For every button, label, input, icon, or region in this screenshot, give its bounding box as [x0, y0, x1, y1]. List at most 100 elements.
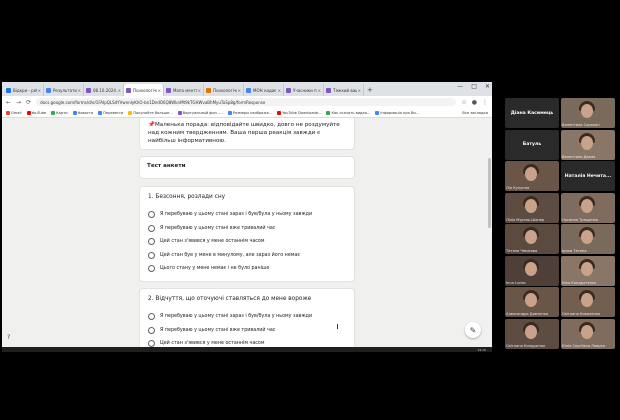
- close-tab-icon[interactable]: ×: [118, 88, 121, 93]
- browser-tab[interactable]: Психологічне×: [124, 84, 164, 96]
- bookmark-item[interactable]: Покупайте больше...: [128, 110, 173, 115]
- close-tab-icon[interactable]: ×: [278, 88, 281, 93]
- forward-icon[interactable]: →: [16, 99, 21, 106]
- bookmark-item[interactable]: Перевести: [98, 110, 123, 115]
- close-tab-icon[interactable]: ×: [198, 88, 201, 93]
- radio-option[interactable]: Цього стану у мене немає і не було раніш…: [148, 262, 346, 276]
- close-tab-icon[interactable]: ×: [318, 88, 321, 93]
- radio-option[interactable]: Я перебуваю у цьому стані вже тривалий ч…: [148, 324, 346, 338]
- form-viewport: 📌Маленька порада: відповідайте швидко, д…: [2, 118, 492, 352]
- bookmark-item[interactable]: Gmail: [6, 110, 22, 115]
- menu-icon[interactable]: ⋮: [482, 99, 488, 106]
- participant-tile[interactable]: Валентина Дикая: [561, 129, 615, 160]
- favicon-icon: [326, 87, 331, 93]
- radio-button[interactable]: [148, 251, 155, 259]
- participant-tile[interactable]: Александра Дивченко: [505, 287, 559, 317]
- participant-tile[interactable]: Оксанна Трещенко: [561, 192, 615, 223]
- bookmark-item[interactable]: Карти: [51, 110, 68, 115]
- participant-video: [525, 230, 537, 244]
- close-window-button[interactable]: ✕: [485, 83, 490, 90]
- participant-tile[interactable]: Nina Кондратенко: [561, 255, 615, 286]
- participant-tile[interactable]: Діана Касимець: [505, 98, 559, 128]
- close-tab-icon[interactable]: ×: [358, 88, 361, 93]
- minimize-button[interactable]: —: [457, 83, 463, 90]
- browser-tab[interactable]: Відкри - роботи×: [4, 84, 44, 96]
- section-title-card: Тест анкети: [139, 156, 355, 179]
- bookmark-label: Виртуальный фон -...: [182, 110, 223, 115]
- participant-tile[interactable]: Тетяна Чемісова: [505, 224, 559, 254]
- participant-tile[interactable]: Світлана Коваленко: [561, 287, 615, 317]
- bookmark-icon: [98, 110, 103, 115]
- close-tab-icon[interactable]: ×: [78, 88, 81, 93]
- profile-icon[interactable]: ●: [472, 99, 477, 106]
- radio-option[interactable]: Я перебуваю у цьому стані вже тривалий ч…: [148, 222, 346, 236]
- all-bookmarks[interactable]: Все закладки: [462, 111, 488, 115]
- radio-option[interactable]: Цей стан з'явився у мене останнім часом: [148, 235, 346, 249]
- browser-tab[interactable]: МОН надає ×: [244, 84, 284, 96]
- star-icon[interactable]: ☆: [461, 99, 466, 106]
- participant-name: Nina Кондратенко: [562, 280, 597, 285]
- radio-button[interactable]: [148, 211, 155, 219]
- bookmark-icon: [128, 110, 133, 115]
- reload-icon[interactable]: ⟳: [26, 99, 31, 106]
- participant-tile[interactable]: Валентина Сорокан: [561, 98, 615, 128]
- participant-name: Ліл Кулупна: [506, 186, 530, 190]
- radio-button[interactable]: [148, 313, 155, 321]
- close-tab-icon[interactable]: ×: [238, 88, 241, 93]
- back-icon[interactable]: ←: [6, 99, 11, 106]
- radio-button[interactable]: [148, 224, 155, 232]
- radio-option[interactable]: Я перебуваю у цьому стані зараз і був/бу…: [148, 310, 346, 324]
- tip-text: 📌Маленька порада: відповідайте швидко, д…: [148, 122, 340, 144]
- browser-tab[interactable]: Учасники путь×: [284, 84, 324, 96]
- close-tab-icon[interactable]: ×: [158, 88, 161, 93]
- option-label: Цей стан з'явився у мене останнім часом: [160, 341, 265, 347]
- radio-button[interactable]: [148, 238, 155, 246]
- browser-tab[interactable]: Результати пош×: [44, 84, 84, 96]
- bookmark-item[interactable]: Новости: [72, 110, 93, 115]
- close-tab-icon[interactable]: ×: [38, 88, 41, 93]
- tab-label: МОН надає: [253, 87, 277, 93]
- radio-button[interactable]: [148, 265, 155, 273]
- participant-name: Діана Касимець: [510, 110, 554, 116]
- participant-tile[interactable]: Наталія Нечита...: [561, 161, 615, 191]
- tab-label: Мапа ментально: [173, 87, 197, 93]
- bookmark-item[interactable]: Інформація про Ви...: [375, 110, 420, 115]
- participant-tile[interactable]: Inna Lunko: [505, 255, 559, 286]
- bookmark-label: YouTube: [31, 110, 47, 115]
- participant-name: Батуль: [522, 142, 542, 147]
- favicon-icon: [86, 87, 91, 93]
- bookmark-item[interactable]: Как скачать видео...: [326, 110, 370, 115]
- participant-tile[interactable]: Юлія Сергіївна Лаврен: [561, 318, 615, 349]
- maximize-button[interactable]: □: [471, 83, 477, 90]
- participant-name: Александра Дивченко: [506, 312, 549, 316]
- bookmark-item[interactable]: YouTube Downloade...: [277, 110, 321, 115]
- participant-tile[interactable]: Лілія Мурзак-Шопер: [505, 192, 559, 223]
- bookmark-item[interactable]: Виртуальный фон -...: [177, 110, 223, 115]
- radio-button[interactable]: [148, 326, 155, 334]
- browser-tab[interactable]: Тяжкий ваш ×: [324, 84, 364, 96]
- radio-option[interactable]: Я перебуваю у цьому стані зараз і був/бу…: [148, 208, 346, 222]
- participant-tile[interactable]: Світлана Кондратюк: [505, 318, 559, 349]
- bookmark-label: Інформація про Ви...: [380, 110, 420, 115]
- participant-tile[interactable]: Ірина Тетяна: [561, 224, 615, 254]
- browser-tab[interactable]: Психологічна×: [204, 84, 244, 96]
- bookmark-icon: [375, 110, 380, 115]
- radio-option[interactable]: Цей стан був у мене в минулому, але зара…: [148, 249, 346, 263]
- participant-name: Оксанна Трещенко: [562, 217, 599, 222]
- participant-video: [581, 198, 593, 213]
- scrollbar[interactable]: [487, 118, 492, 352]
- help-icon[interactable]: ?: [7, 334, 10, 341]
- browser-tab[interactable]: Мапа ментально×: [164, 84, 204, 96]
- url-input[interactable]: docs.google.com/forms/d/e/1FAIpQLSdYVwnn…: [36, 98, 457, 106]
- participant-tile[interactable]: Ліл Кулупна: [505, 161, 559, 191]
- participant-name: Тетяна Чемісова: [506, 249, 538, 253]
- tab-label: Учасники путь: [293, 87, 317, 93]
- scroll-thumb[interactable]: [488, 158, 491, 228]
- new-tab-button[interactable]: +: [364, 84, 376, 96]
- browser-tab[interactable]: 08.10.2024. Пе×: [84, 84, 124, 96]
- edit-icon[interactable]: ✎: [465, 322, 481, 338]
- participant-name: Юлія Сергіївна Лаврен: [562, 343, 606, 348]
- participant-tile[interactable]: Батуль: [505, 129, 559, 160]
- bookmark-item[interactable]: Размеры изображе...: [227, 110, 272, 115]
- bookmark-item[interactable]: YouTube: [26, 110, 47, 115]
